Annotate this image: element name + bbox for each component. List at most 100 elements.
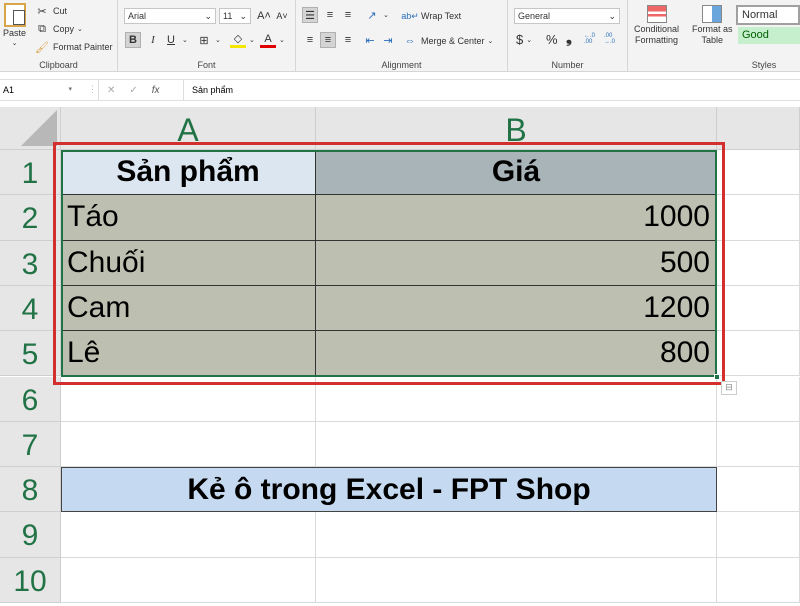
font-size-value: 11 bbox=[223, 11, 233, 21]
paste-icon bbox=[3, 3, 26, 27]
cell-B3[interactable]: 500 bbox=[316, 240, 717, 286]
align-center-icon: ≡ bbox=[320, 32, 336, 48]
currency-icon: $ bbox=[516, 32, 524, 47]
row-header-10[interactable]: 10 bbox=[0, 557, 61, 603]
decrease-indent-button[interactable]: ⇤ bbox=[362, 32, 378, 48]
decrease-decimal-button[interactable]: .00 →.0 bbox=[604, 33, 622, 45]
cell-C5[interactable] bbox=[717, 331, 800, 377]
cell-A9[interactable] bbox=[61, 512, 316, 558]
merge-center-button[interactable]: ⇔ Merge & Center ⌄ bbox=[402, 33, 494, 49]
select-all-button[interactable] bbox=[0, 107, 61, 150]
enter-icon[interactable]: ✓ bbox=[129, 85, 137, 96]
number-format-select[interactable]: General ⌄ bbox=[514, 8, 620, 24]
increase-indent-icon: ⇥ bbox=[383, 34, 393, 47]
borders-button[interactable]: ⊞ ⌄ bbox=[196, 32, 220, 48]
row-header-5[interactable]: 5 bbox=[0, 331, 61, 377]
alignment-group: ☰ ≡ ≡ ↗ ⌄ ≡ ≡ ≡ ⇤ ⇥ ab↵ Wrap Text ⇔ Merge &… bbox=[296, 0, 508, 72]
fill-color-button[interactable]: ◇ ⌄ bbox=[230, 32, 255, 48]
row-header-4[interactable]: 4 bbox=[0, 285, 61, 332]
format-as-table-label-2: Table bbox=[701, 35, 724, 45]
insert-function-icon[interactable]: fx bbox=[152, 85, 160, 96]
bottom-align-button[interactable]: ≡ bbox=[340, 7, 356, 23]
format-painter-button[interactable]: 🖌 Format Painter bbox=[34, 39, 113, 55]
cell-C8[interactable] bbox=[717, 467, 800, 513]
top-align-button[interactable]: ☰ bbox=[302, 7, 318, 23]
font-name-select[interactable]: Arial ⌄ bbox=[124, 8, 216, 24]
font-color-button[interactable]: A ⌄ bbox=[260, 32, 285, 48]
wrap-text-button[interactable]: ab↵ Wrap Text bbox=[401, 8, 461, 24]
style-good[interactable]: Good bbox=[738, 27, 800, 44]
cell-B2[interactable]: 1000 bbox=[316, 195, 717, 241]
currency-button[interactable]: $ ⌄ bbox=[516, 32, 532, 47]
paste-button[interactable]: Paste ⌄ bbox=[3, 3, 26, 47]
copy-button[interactable]: ⧉ Copy ⌄ bbox=[34, 21, 83, 37]
comma-style-button[interactable]: ❟ bbox=[566, 30, 572, 47]
wrap-text-icon: ab↵ bbox=[401, 10, 419, 21]
bold-button[interactable]: B bbox=[125, 32, 141, 48]
format-as-table-label-1: Format as bbox=[692, 24, 733, 34]
cell-A1[interactable]: Sản phẩm bbox=[61, 150, 316, 196]
row-header-6[interactable]: 6 bbox=[0, 376, 61, 422]
column-header-c[interactable] bbox=[717, 107, 800, 150]
fill-color-icon: ◇ bbox=[230, 32, 246, 48]
grow-font-button[interactable]: A˄ bbox=[256, 8, 272, 24]
cell-A3[interactable]: Chuối bbox=[61, 240, 316, 286]
row-header-3[interactable]: 3 bbox=[0, 240, 61, 286]
name-box[interactable]: A1 ▾ bbox=[0, 80, 75, 100]
increase-decimal-button[interactable]: ←.0 .00 bbox=[584, 33, 602, 45]
style-normal[interactable]: Normal bbox=[736, 5, 800, 25]
cut-button[interactable]: ✂ Cut bbox=[34, 3, 67, 19]
cell-B5[interactable]: 800 bbox=[316, 331, 717, 377]
align-center-button[interactable]: ≡ bbox=[320, 32, 336, 48]
font-group: Arial ⌄ 11 ⌄ A˄ A˅ B I U ⌄ ⊞ ⌄ ◇ ⌄ A ⌄ Font bbox=[118, 0, 296, 72]
row-header-1[interactable]: 1 bbox=[0, 150, 61, 196]
cell-A4[interactable]: Cam bbox=[61, 285, 316, 332]
grow-font-icon: A˄ bbox=[257, 10, 271, 22]
cell-B7[interactable] bbox=[316, 421, 717, 468]
align-right-button[interactable]: ≡ bbox=[340, 32, 356, 48]
middle-align-button[interactable]: ≡ bbox=[322, 7, 338, 23]
cell-B9[interactable] bbox=[316, 512, 717, 558]
column-header-a[interactable]: A bbox=[61, 107, 316, 150]
percent-button[interactable]: % bbox=[546, 32, 558, 47]
italic-button[interactable]: I bbox=[145, 32, 161, 48]
cell-B4[interactable]: 1200 bbox=[316, 285, 717, 332]
cell-C1[interactable] bbox=[717, 150, 800, 196]
cell-A7[interactable] bbox=[61, 421, 316, 468]
cell-C3[interactable] bbox=[717, 240, 800, 286]
cell-A6[interactable] bbox=[61, 376, 316, 422]
cell-B6[interactable] bbox=[316, 376, 717, 422]
cell-B1[interactable]: Giá bbox=[316, 150, 717, 196]
banner-cell[interactable]: Kẻ ô trong Excel - FPT Shop bbox=[61, 467, 717, 513]
cell-C4[interactable] bbox=[717, 285, 800, 332]
cell-A10[interactable] bbox=[61, 557, 316, 603]
shrink-font-button[interactable]: A˅ bbox=[274, 8, 290, 24]
fill-handle[interactable] bbox=[714, 373, 720, 380]
conditional-formatting-button[interactable]: Conditional Formatting bbox=[634, 5, 679, 45]
column-header-b[interactable]: B bbox=[316, 107, 717, 150]
quick-analysis-icon[interactable]: ⊟ bbox=[721, 380, 737, 395]
cell-C7[interactable] bbox=[717, 421, 800, 468]
cell-C9[interactable] bbox=[717, 512, 800, 558]
align-left-button[interactable]: ≡ bbox=[302, 32, 318, 48]
format-as-table-button[interactable]: Format as Table bbox=[692, 5, 733, 45]
underline-button[interactable]: U ⌄ bbox=[163, 32, 188, 48]
cell-A5[interactable]: Lê bbox=[61, 331, 316, 377]
conditional-formatting-label-2: Formatting bbox=[635, 35, 679, 45]
clipboard-group: Paste ⌄ ✂ Cut ⧉ Copy ⌄ 🖌 Format Painter Clipb… bbox=[0, 0, 118, 72]
formula-input[interactable]: Sản phẩm bbox=[183, 80, 800, 100]
row-header-2[interactable]: 2 bbox=[0, 195, 61, 241]
cancel-icon[interactable]: ✕ bbox=[107, 85, 115, 96]
underline-icon: U bbox=[167, 34, 175, 46]
increase-indent-button[interactable]: ⇥ bbox=[380, 32, 396, 48]
font-size-select[interactable]: 11 ⌄ bbox=[219, 8, 251, 24]
number-group-label: Number bbox=[551, 60, 584, 70]
cell-C10[interactable] bbox=[717, 557, 800, 603]
row-header-7[interactable]: 7 bbox=[0, 421, 61, 468]
cell-A2[interactable]: Táo bbox=[61, 195, 316, 241]
orientation-button[interactable]: ↗ ⌄ bbox=[364, 7, 388, 23]
cell-C2[interactable] bbox=[717, 195, 800, 241]
cell-B10[interactable] bbox=[316, 557, 717, 603]
row-header-9[interactable]: 9 bbox=[0, 512, 61, 558]
row-header-8[interactable]: 8 bbox=[0, 467, 61, 513]
